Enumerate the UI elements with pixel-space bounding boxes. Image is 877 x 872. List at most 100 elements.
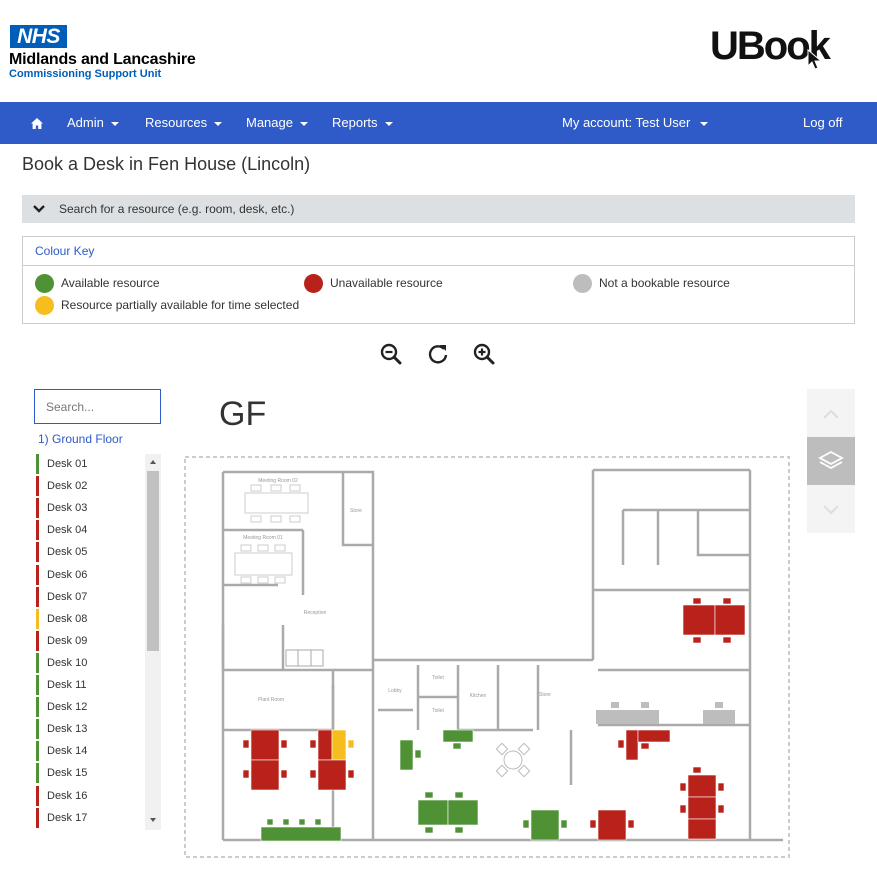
desk-marker[interactable] — [309, 769, 317, 779]
room-label-reception: Reception — [304, 610, 327, 616]
desk-marker[interactable] — [597, 809, 627, 841]
desk-marker[interactable] — [640, 742, 650, 750]
desk-marker[interactable] — [242, 769, 250, 779]
desk-marker[interactable] — [454, 826, 464, 834]
desk-marker[interactable] — [347, 739, 355, 749]
desk-marker[interactable] — [687, 796, 717, 820]
desk-marker[interactable] — [692, 636, 702, 644]
desk-list-item[interactable]: Desk 14 — [36, 741, 145, 762]
nav-reports[interactable]: Reports — [332, 102, 393, 144]
desk-marker[interactable] — [687, 818, 717, 840]
desk-marker[interactable] — [617, 739, 625, 749]
desk-list-item[interactable]: Desk 09 — [36, 630, 145, 651]
desk-marker[interactable] — [314, 818, 322, 826]
desk-list-item[interactable]: Desk 08 — [36, 608, 145, 629]
scroll-thumb[interactable] — [147, 471, 159, 651]
refresh-icon[interactable] — [427, 343, 449, 365]
desk-marker[interactable] — [454, 791, 464, 799]
desk-marker[interactable] — [625, 729, 639, 761]
home-button[interactable] — [30, 102, 44, 144]
desk-marker[interactable] — [280, 769, 288, 779]
desk-marker[interactable] — [679, 782, 687, 792]
scroll-up-icon[interactable] — [145, 454, 161, 470]
desk-list-item[interactable]: Desk 01 — [36, 454, 145, 474]
desk-marker[interactable] — [717, 782, 725, 792]
chevron-down-icon — [823, 505, 839, 515]
layer-up-button[interactable] — [807, 389, 855, 437]
desk-marker[interactable] — [280, 739, 288, 749]
desk-list-item[interactable]: Desk 12 — [36, 697, 145, 718]
desk-list-item[interactable]: Desk 16 — [36, 785, 145, 806]
nav-manage[interactable]: Manage — [246, 102, 308, 144]
desk-marker[interactable] — [679, 804, 687, 814]
desk-marker[interactable] — [442, 729, 474, 743]
desk-marker[interactable] — [452, 742, 462, 750]
caret-down-icon — [110, 121, 119, 126]
desk-marker[interactable] — [530, 809, 560, 841]
logoff-link[interactable]: Log off — [803, 102, 843, 144]
floor-plan-map[interactable]: Meeting Room 02 Meeting Room 01 Store Re… — [183, 455, 792, 860]
scroll-down-icon[interactable] — [145, 812, 161, 828]
nav-admin-label: Admin — [67, 115, 104, 130]
desk-marker[interactable] — [560, 819, 568, 829]
nav-admin[interactable]: Admin — [67, 102, 119, 144]
desk-marker[interactable] — [260, 826, 342, 842]
layers-button[interactable] — [807, 437, 855, 485]
desk-marker[interactable] — [266, 818, 274, 826]
desk-marker[interactable] — [242, 739, 250, 749]
desk-marker[interactable] — [414, 749, 422, 759]
desk-marker[interactable] — [317, 729, 333, 761]
desk-marker[interactable] — [309, 739, 317, 749]
desk-marker[interactable] — [298, 818, 306, 826]
desk-marker[interactable] — [722, 636, 732, 644]
desk-marker[interactable] — [722, 597, 732, 605]
desk-marker[interactable] — [331, 729, 347, 761]
desk-list-item[interactable]: Desk 11 — [36, 675, 145, 695]
layer-down-button[interactable] — [807, 485, 855, 533]
desk-marker[interactable] — [424, 791, 434, 799]
nav-resources[interactable]: Resources — [145, 102, 223, 144]
colour-key-panel: Colour Key Available resource Unavailabl… — [22, 236, 855, 324]
desk-list-item[interactable]: Desk 17 — [36, 807, 145, 828]
home-icon — [31, 118, 43, 130]
resource-search-toggle[interactable]: Search for a resource (e.g. room, desk, … — [22, 195, 855, 223]
desk-list-item[interactable]: Desk 10 — [36, 652, 145, 673]
desk-list-item[interactable]: Desk 04 — [36, 520, 145, 541]
desk-marker[interactable] — [589, 819, 597, 829]
desk-marker[interactable] — [692, 597, 702, 605]
desk-marker[interactable] — [250, 759, 280, 791]
desk-list-item[interactable]: Desk 06 — [36, 564, 145, 585]
desk-marker[interactable] — [250, 729, 280, 761]
key-partial: Resource partially available for time se… — [61, 298, 300, 312]
desk-marker[interactable] — [522, 819, 530, 829]
desk-marker[interactable] — [347, 769, 355, 779]
desk-marker[interactable] — [447, 799, 479, 826]
desk-marker[interactable] — [627, 819, 635, 829]
zoom-in-icon[interactable] — [473, 343, 495, 365]
key-unavailable: Unavailable resource — [330, 276, 443, 290]
desk-marker[interactable] — [714, 604, 746, 636]
desk-search-input[interactable] — [34, 389, 161, 424]
desk-marker[interactable] — [682, 604, 716, 636]
key-not-bookable: Not a bookable resource — [599, 276, 730, 290]
zoom-out-icon[interactable] — [380, 343, 402, 365]
desk-list-item[interactable]: Desk 15 — [36, 763, 145, 784]
floor-link-ground[interactable]: 1) Ground Floor — [38, 432, 123, 446]
desk-marker[interactable] — [417, 799, 449, 826]
desk-marker[interactable] — [399, 739, 414, 771]
desk-marker[interactable] — [282, 818, 290, 826]
desk-list-item[interactable]: Desk 02 — [36, 476, 145, 497]
desk-list-item[interactable]: Desk 07 — [36, 586, 145, 607]
nav-my-account[interactable]: My account: Test User — [562, 102, 709, 144]
desk-marker[interactable] — [424, 826, 434, 834]
desk-list-item[interactable]: Desk 05 — [36, 542, 145, 563]
desk-list-item[interactable]: Desk 13 — [36, 719, 145, 740]
desk-marker[interactable] — [637, 729, 671, 743]
desk-marker[interactable] — [717, 804, 725, 814]
desk-list-item[interactable]: Desk 03 — [36, 498, 145, 519]
desk-marker[interactable] — [317, 759, 347, 791]
room-label-toilet-2: Toilet — [432, 708, 444, 714]
desk-marker[interactable] — [692, 766, 702, 774]
desk-list-scrollbar[interactable] — [145, 454, 161, 830]
desk-marker[interactable] — [687, 774, 717, 798]
